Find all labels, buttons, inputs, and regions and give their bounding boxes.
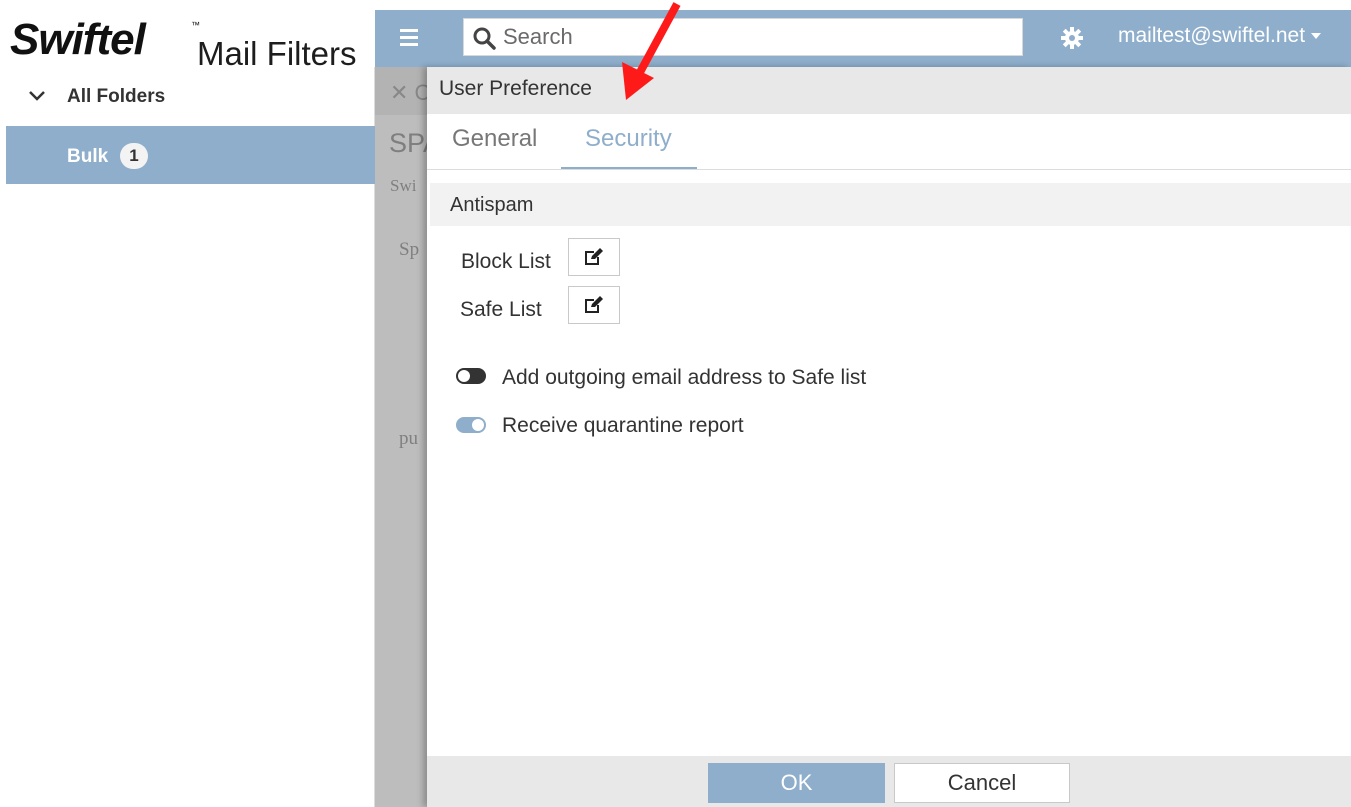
background-text-line: pu bbox=[399, 428, 418, 449]
count-badge: 1 bbox=[120, 143, 148, 169]
add-outgoing-safe-list-label: Add outgoing email address to Safe list bbox=[502, 366, 867, 389]
safe-list-label: Safe List bbox=[460, 298, 542, 321]
chevron-down-icon[interactable] bbox=[28, 89, 46, 103]
block-list-label: Block List bbox=[461, 250, 551, 273]
cancel-button[interactable]: Cancel bbox=[894, 763, 1070, 803]
section-title-antispam: Antispam bbox=[450, 194, 534, 216]
background-text-line: Sp bbox=[399, 239, 420, 260]
user-email: mailtest@swiftel.net bbox=[1118, 24, 1306, 47]
edit-icon bbox=[585, 248, 603, 265]
logo: Swiftel ™ Mail Filters bbox=[6, 10, 375, 67]
safe-list-edit-button[interactable] bbox=[568, 286, 620, 324]
ok-button[interactable]: OK bbox=[708, 763, 885, 803]
dialog-title: User Preference bbox=[439, 77, 592, 100]
dialog-footer bbox=[427, 756, 1351, 807]
menu-icon[interactable] bbox=[398, 27, 422, 47]
user-menu[interactable]: mailtest@swiftel.net bbox=[1118, 24, 1322, 54]
tab-security[interactable]: Security bbox=[585, 125, 672, 153]
section-header bbox=[430, 183, 1351, 226]
tab-divider bbox=[427, 169, 1351, 170]
tab-general[interactable]: General bbox=[452, 125, 537, 153]
product-name: Mail Filters bbox=[197, 35, 357, 67]
all-folders-label[interactable]: All Folders bbox=[67, 86, 165, 108]
search-icon bbox=[473, 27, 496, 50]
search-input[interactable] bbox=[503, 20, 1018, 54]
edit-icon bbox=[585, 296, 603, 313]
block-list-edit-button[interactable] bbox=[568, 238, 620, 276]
caret-down-icon bbox=[1311, 33, 1322, 40]
toggle-knob bbox=[458, 370, 470, 382]
sidebar-item-bulk[interactable] bbox=[6, 126, 375, 184]
add-outgoing-safe-list-toggle[interactable] bbox=[456, 368, 486, 384]
background-close-tab: ✕ C bbox=[390, 80, 431, 105]
receive-quarantine-report-label: Receive quarantine report bbox=[502, 414, 744, 437]
background-subtext: Swi bbox=[390, 176, 417, 195]
logo-wordmark: Swiftel bbox=[10, 15, 146, 64]
gear-icon[interactable] bbox=[1060, 26, 1084, 50]
logo-trademark: ™ bbox=[191, 20, 200, 30]
toggle-knob bbox=[472, 419, 484, 431]
receive-quarantine-report-toggle[interactable] bbox=[456, 417, 486, 433]
sidebar-item-label[interactable]: Bulk bbox=[67, 146, 108, 168]
all-folders-toggle[interactable] bbox=[6, 67, 375, 125]
